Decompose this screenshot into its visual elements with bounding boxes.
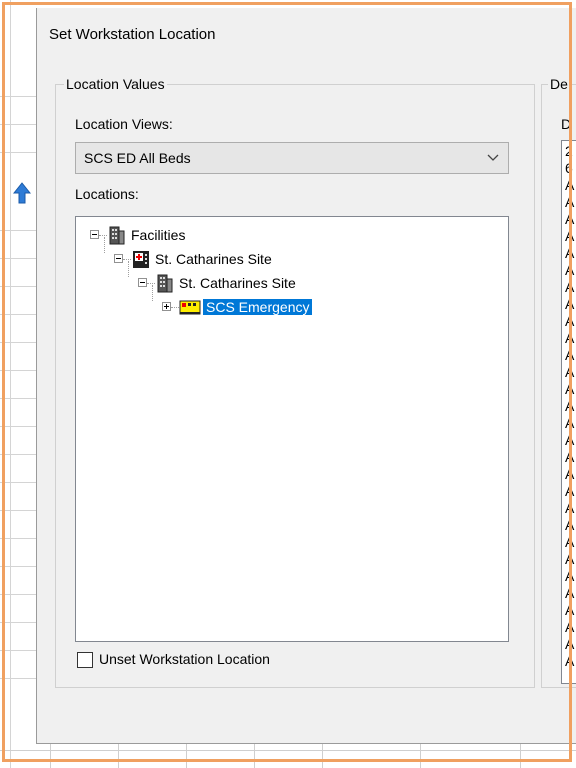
tree-node-facilities[interactable]: Facilities bbox=[76, 225, 506, 247]
list-item[interactable]: A bbox=[565, 177, 574, 194]
list-item[interactable]: A bbox=[565, 279, 574, 296]
grid-line bbox=[0, 510, 40, 511]
location-views-dropdown[interactable]: SCS ED All Beds bbox=[75, 142, 509, 174]
grid-line bbox=[0, 370, 40, 371]
list-item[interactable]: A bbox=[565, 432, 574, 449]
grid-line bbox=[0, 678, 40, 679]
list-item[interactable]: A bbox=[565, 636, 574, 653]
grid-line bbox=[186, 740, 187, 768]
grid-line bbox=[0, 314, 40, 315]
list-item[interactable]: 6 bbox=[565, 160, 573, 177]
set-workstation-location-dialog: Set Workstation Location Location Values… bbox=[36, 8, 576, 744]
list-item[interactable]: A bbox=[565, 194, 574, 211]
hospital-icon bbox=[133, 251, 149, 268]
building-icon bbox=[109, 226, 125, 245]
grid-line bbox=[0, 230, 40, 231]
locations-tree[interactable]: Facilities St. Catharines Site St. Catha… bbox=[75, 216, 509, 642]
grid-line bbox=[0, 152, 40, 153]
grid-line bbox=[50, 740, 51, 768]
grid-line bbox=[0, 96, 40, 97]
unset-location-checkbox[interactable] bbox=[77, 652, 93, 668]
tree-node-label: St. Catharines Site bbox=[155, 251, 272, 267]
list-item[interactable]: A bbox=[565, 296, 574, 313]
grid-line bbox=[0, 622, 40, 623]
grid-line bbox=[0, 538, 40, 539]
tree-node-scs-emergency[interactable]: SCS Emergency bbox=[76, 297, 506, 319]
list-item[interactable]: A bbox=[565, 534, 574, 551]
tree-connector bbox=[147, 283, 155, 285]
building-icon bbox=[157, 274, 173, 293]
list-item[interactable]: A bbox=[565, 398, 574, 415]
list-item[interactable]: A bbox=[565, 466, 574, 483]
list-item[interactable]: A bbox=[565, 330, 574, 347]
grid-line bbox=[0, 342, 40, 343]
tree-connector bbox=[123, 259, 131, 261]
tree-connector bbox=[171, 307, 179, 309]
grid-line bbox=[322, 740, 323, 768]
list-item[interactable]: A bbox=[565, 517, 574, 534]
grid-line bbox=[0, 750, 576, 751]
expand-toggle[interactable] bbox=[162, 302, 171, 311]
grid-line bbox=[0, 398, 40, 399]
list-item[interactable]: A bbox=[565, 364, 574, 381]
list-item[interactable]: A bbox=[565, 585, 574, 602]
tree-node-label-selected: SCS Emergency bbox=[203, 299, 313, 315]
grid-line bbox=[254, 740, 255, 768]
grid-line bbox=[0, 594, 40, 595]
collapse-toggle[interactable] bbox=[90, 230, 99, 239]
grid-line bbox=[118, 740, 119, 768]
list-item[interactable]: A bbox=[565, 500, 574, 517]
location-views-label: Location Views: bbox=[75, 116, 173, 132]
grid-line bbox=[0, 454, 40, 455]
tree-node-st-catharines-site[interactable]: St. Catharines Site bbox=[76, 249, 506, 271]
collapse-toggle[interactable] bbox=[138, 278, 147, 287]
list-item[interactable]: 2 bbox=[565, 143, 573, 160]
list-item[interactable]: A bbox=[565, 602, 574, 619]
grid-line bbox=[0, 650, 40, 651]
locations-label: Locations: bbox=[75, 186, 139, 202]
emergency-unit-icon bbox=[179, 300, 201, 315]
grid-line bbox=[520, 740, 521, 768]
unset-location-label[interactable]: Unset Workstation Location bbox=[99, 651, 270, 667]
list-item[interactable]: A bbox=[565, 262, 574, 279]
grid-line bbox=[0, 286, 40, 287]
list-item[interactable]: A bbox=[565, 228, 574, 245]
location-values-legend: Location Values bbox=[64, 76, 167, 92]
tree-node-st-catharines-site-building[interactable]: St. Catharines Site bbox=[76, 273, 506, 295]
list-item[interactable]: A bbox=[565, 619, 574, 636]
list-item[interactable]: A bbox=[565, 347, 574, 364]
grid-line bbox=[10, 0, 11, 768]
tree-node-label: St. Catharines Site bbox=[179, 275, 296, 291]
dialog-title: Set Workstation Location bbox=[49, 26, 216, 43]
chevron-down-icon bbox=[487, 154, 499, 161]
tree-node-label: Facilities bbox=[131, 227, 186, 243]
list-item[interactable]: A bbox=[565, 313, 574, 330]
tree-connector bbox=[99, 235, 107, 237]
list-item[interactable]: A bbox=[565, 245, 574, 262]
grid-line bbox=[0, 426, 40, 427]
grid-line bbox=[0, 258, 40, 259]
right-list[interactable]: 2 6 A A A A A A A A A A A A A A A A A A … bbox=[561, 140, 576, 684]
list-item[interactable]: A bbox=[565, 449, 574, 466]
location-views-value: SCS ED All Beds bbox=[84, 150, 191, 166]
collapse-toggle[interactable] bbox=[114, 254, 123, 263]
list-item[interactable]: A bbox=[565, 381, 574, 398]
list-item[interactable]: A bbox=[565, 483, 574, 500]
list-item[interactable]: A bbox=[565, 653, 574, 670]
list-item[interactable]: A bbox=[565, 415, 574, 432]
list-item[interactable]: A bbox=[565, 568, 574, 585]
grid-line bbox=[0, 482, 40, 483]
list-item[interactable]: A bbox=[565, 211, 574, 228]
right-list-label: D bbox=[561, 116, 572, 132]
right-group-legend: De bbox=[548, 76, 570, 92]
up-arrow-icon[interactable] bbox=[13, 182, 31, 204]
grid-line bbox=[420, 740, 421, 768]
grid-line bbox=[0, 124, 40, 125]
grid-line bbox=[0, 566, 40, 567]
list-item[interactable]: A bbox=[565, 551, 574, 568]
